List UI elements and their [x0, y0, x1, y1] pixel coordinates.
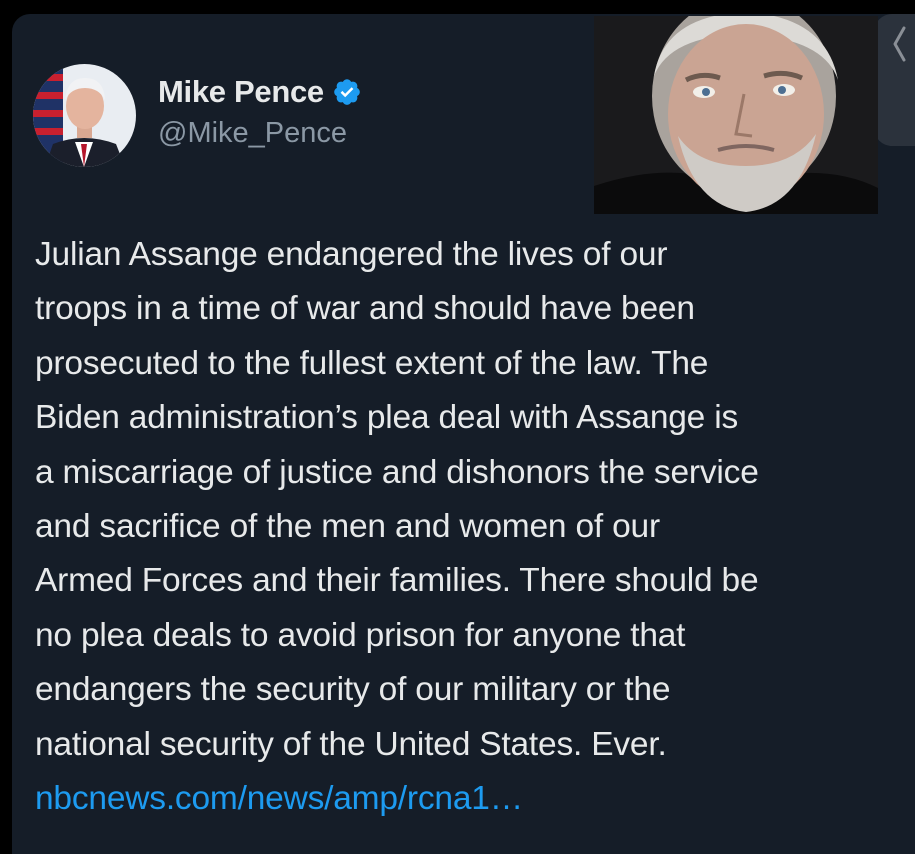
tweet-text-line: and sacrifice of the men and women of ou…	[35, 508, 660, 546]
overlay-portrait-image	[594, 16, 878, 214]
verified-badge-icon	[334, 79, 360, 105]
tweet-text-line: no plea deals to avoid prison for anyone…	[35, 616, 686, 654]
tweet-text-line: national security of the United States. …	[35, 725, 667, 763]
tweet-text-line: Biden administration’s plea deal with As…	[35, 399, 739, 437]
chevron-left-icon[interactable]	[890, 24, 908, 64]
tweet-text-line: troops in a time of war and should have …	[35, 290, 695, 328]
author-display-name[interactable]: Mike Pence	[158, 74, 324, 110]
tweet-text: Julian Assange endangered the lives of o…	[35, 228, 910, 826]
author-handle[interactable]: @Mike_Pence	[158, 117, 347, 150]
tweet-text-line: Armed Forces and their families. There s…	[35, 562, 759, 600]
author-avatar[interactable]	[33, 64, 136, 167]
author-name-row[interactable]: Mike Pence	[158, 73, 362, 111]
tweet-text-line: prosecuted to the fullest extent of the …	[35, 344, 709, 382]
tweet-link[interactable]: nbcnews.com/news/amp/rcna1…	[35, 772, 910, 826]
tweet-text-line: a miscarriage of justice and dishonors t…	[35, 453, 759, 491]
tweet-text-line: endangers the security of our military o…	[35, 671, 671, 709]
tweet-text-line: Julian Assange endangered the lives of o…	[35, 236, 668, 273]
